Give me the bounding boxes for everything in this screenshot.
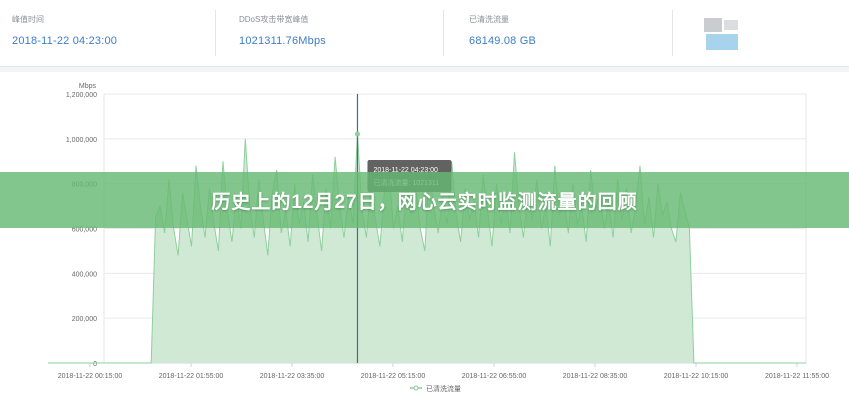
legend-entry: 已清洗流量 <box>426 384 461 393</box>
stat-divider <box>443 10 444 56</box>
x-tick-label: 2018-11-22 06:55:00 <box>462 373 527 380</box>
y-axis-label: Mbps <box>79 83 97 90</box>
stat-divider <box>672 10 673 56</box>
y-tick-label: 1,200,000 <box>66 92 97 99</box>
stat-value: 2018-11-22 04:23:00 <box>12 35 118 47</box>
banner-title: 历史上的12月27日，网心云实时监测流量的回顾 <box>211 191 638 213</box>
stats-bar: 峰值时间 2018-11-22 04:23:00 DDoS攻击带宽峰值 1021… <box>0 0 849 67</box>
traffic-area-chart: 0200,000400,000600,000800,0001,000,0001,… <box>48 83 829 393</box>
stat-ddos-peak: DDoS攻击带宽峰值 1021311.76Mbps <box>239 14 326 47</box>
title-banner: 历史上的12月27日，网心云实时监测流量的回顾 <box>0 172 849 228</box>
y-tick-label: 1,000,000 <box>66 137 97 144</box>
cursor-point <box>354 131 360 137</box>
y-tick-label: 0 <box>93 361 97 368</box>
stat-label: 已清洗流量 <box>469 15 509 24</box>
stat-value: 68149.08 GB <box>469 35 537 47</box>
chart-panel: 0200,000400,000600,000800,0001,000,0001,… <box>0 72 849 400</box>
x-tick-label: 2018-11-22 10:15:00 <box>664 373 729 380</box>
x-tick-label: 2018-11-22 01:55:00 <box>159 373 224 380</box>
stat-cleaned-traffic: 已清洗流量 68149.08 GB <box>469 14 536 47</box>
x-tick-label: 2018-11-22 00:15:00 <box>58 373 123 380</box>
stat-peak-time: 峰值时间 2018-11-22 04:23:00 <box>12 14 117 47</box>
stat-divider <box>215 10 216 56</box>
x-tick-label: 2018-11-22 11:55:00 <box>765 373 829 380</box>
x-tick-label: 2018-11-22 05:15:00 <box>361 373 426 380</box>
stat-label: 峰值时间 <box>12 15 44 24</box>
thumbnail-image <box>700 12 742 54</box>
y-tick-label: 200,000 <box>72 316 97 323</box>
x-tick-label: 2018-11-22 08:35:00 <box>563 373 628 380</box>
stat-value: 1021311.76Mbps <box>239 35 326 47</box>
x-tick-label: 2018-11-22 03:35:00 <box>260 373 325 380</box>
y-tick-label: 400,000 <box>72 271 97 278</box>
legend-swatch-dot <box>413 385 419 391</box>
stat-label: DDoS攻击带宽峰值 <box>239 15 309 24</box>
